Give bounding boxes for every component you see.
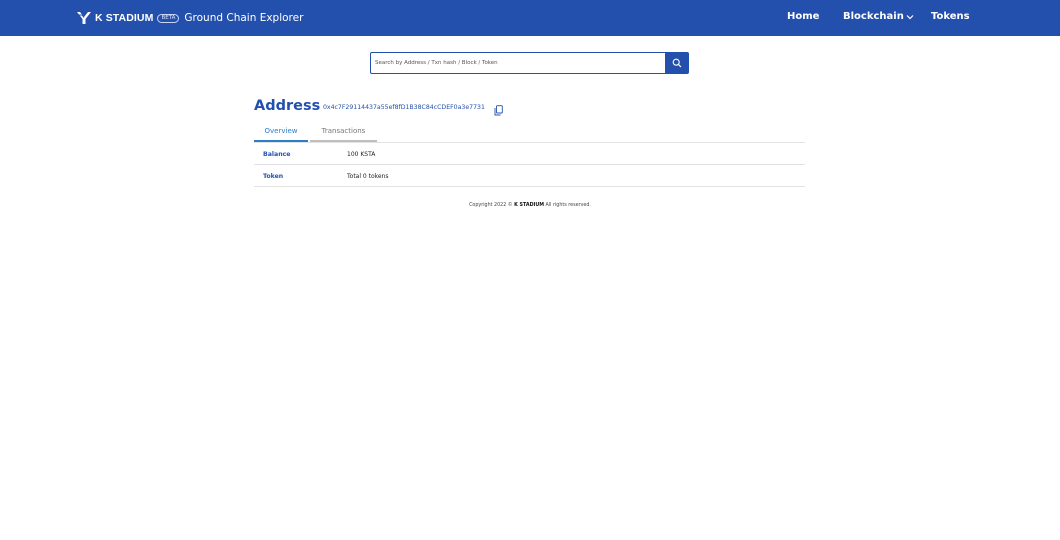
balance-row: Balance 100 KSTA xyxy=(254,143,805,165)
token-label: Token xyxy=(263,173,284,180)
brand-logo-text: K STADIUM xyxy=(95,12,154,24)
footer-copyright: Copyright 2022 © K STADIUM All rights re… xyxy=(0,203,1060,208)
token-value: Total 0 tokens xyxy=(347,173,389,180)
balance-value: 100 KSTA xyxy=(347,151,376,158)
chevron-down-icon xyxy=(906,15,914,20)
nav-tokens-link[interactable]: Tokens xyxy=(931,11,970,22)
page-title: Address xyxy=(254,98,321,114)
address-hash: 0x4c7F29114437a55ef8fD1B38C84cCDEF0a3e77… xyxy=(323,104,485,111)
footer-brand: K STADIUM xyxy=(514,203,544,208)
search-icon xyxy=(672,58,682,68)
footer-suffix: All rights reserved. xyxy=(544,203,591,208)
nav-blockchain-dropdown[interactable]: Blockchain xyxy=(843,11,914,22)
token-row: Token Total 0 tokens xyxy=(254,165,805,187)
site-title: Ground Chain Explorer xyxy=(184,12,304,24)
search-bar xyxy=(370,52,689,74)
brand-logo[interactable]: K STADIUM BETA Ground Chain Explorer xyxy=(76,10,303,26)
beta-badge: BETA xyxy=(157,13,180,23)
tab-overview[interactable]: Overview xyxy=(254,125,308,142)
balance-label: Balance xyxy=(263,151,291,158)
nav-blockchain-label: Blockchain xyxy=(843,11,904,22)
nav-home-link[interactable]: Home xyxy=(787,11,819,22)
k-stadium-logo-icon xyxy=(76,11,92,25)
footer-prefix: Copyright 2022 © xyxy=(469,203,515,208)
tab-transactions[interactable]: Transactions xyxy=(310,125,377,142)
top-navigation-bar: K STADIUM BETA Ground Chain Explorer Hom… xyxy=(0,0,1060,36)
copy-icon[interactable] xyxy=(494,103,503,116)
search-button[interactable] xyxy=(665,52,689,74)
search-input[interactable] xyxy=(370,52,665,74)
